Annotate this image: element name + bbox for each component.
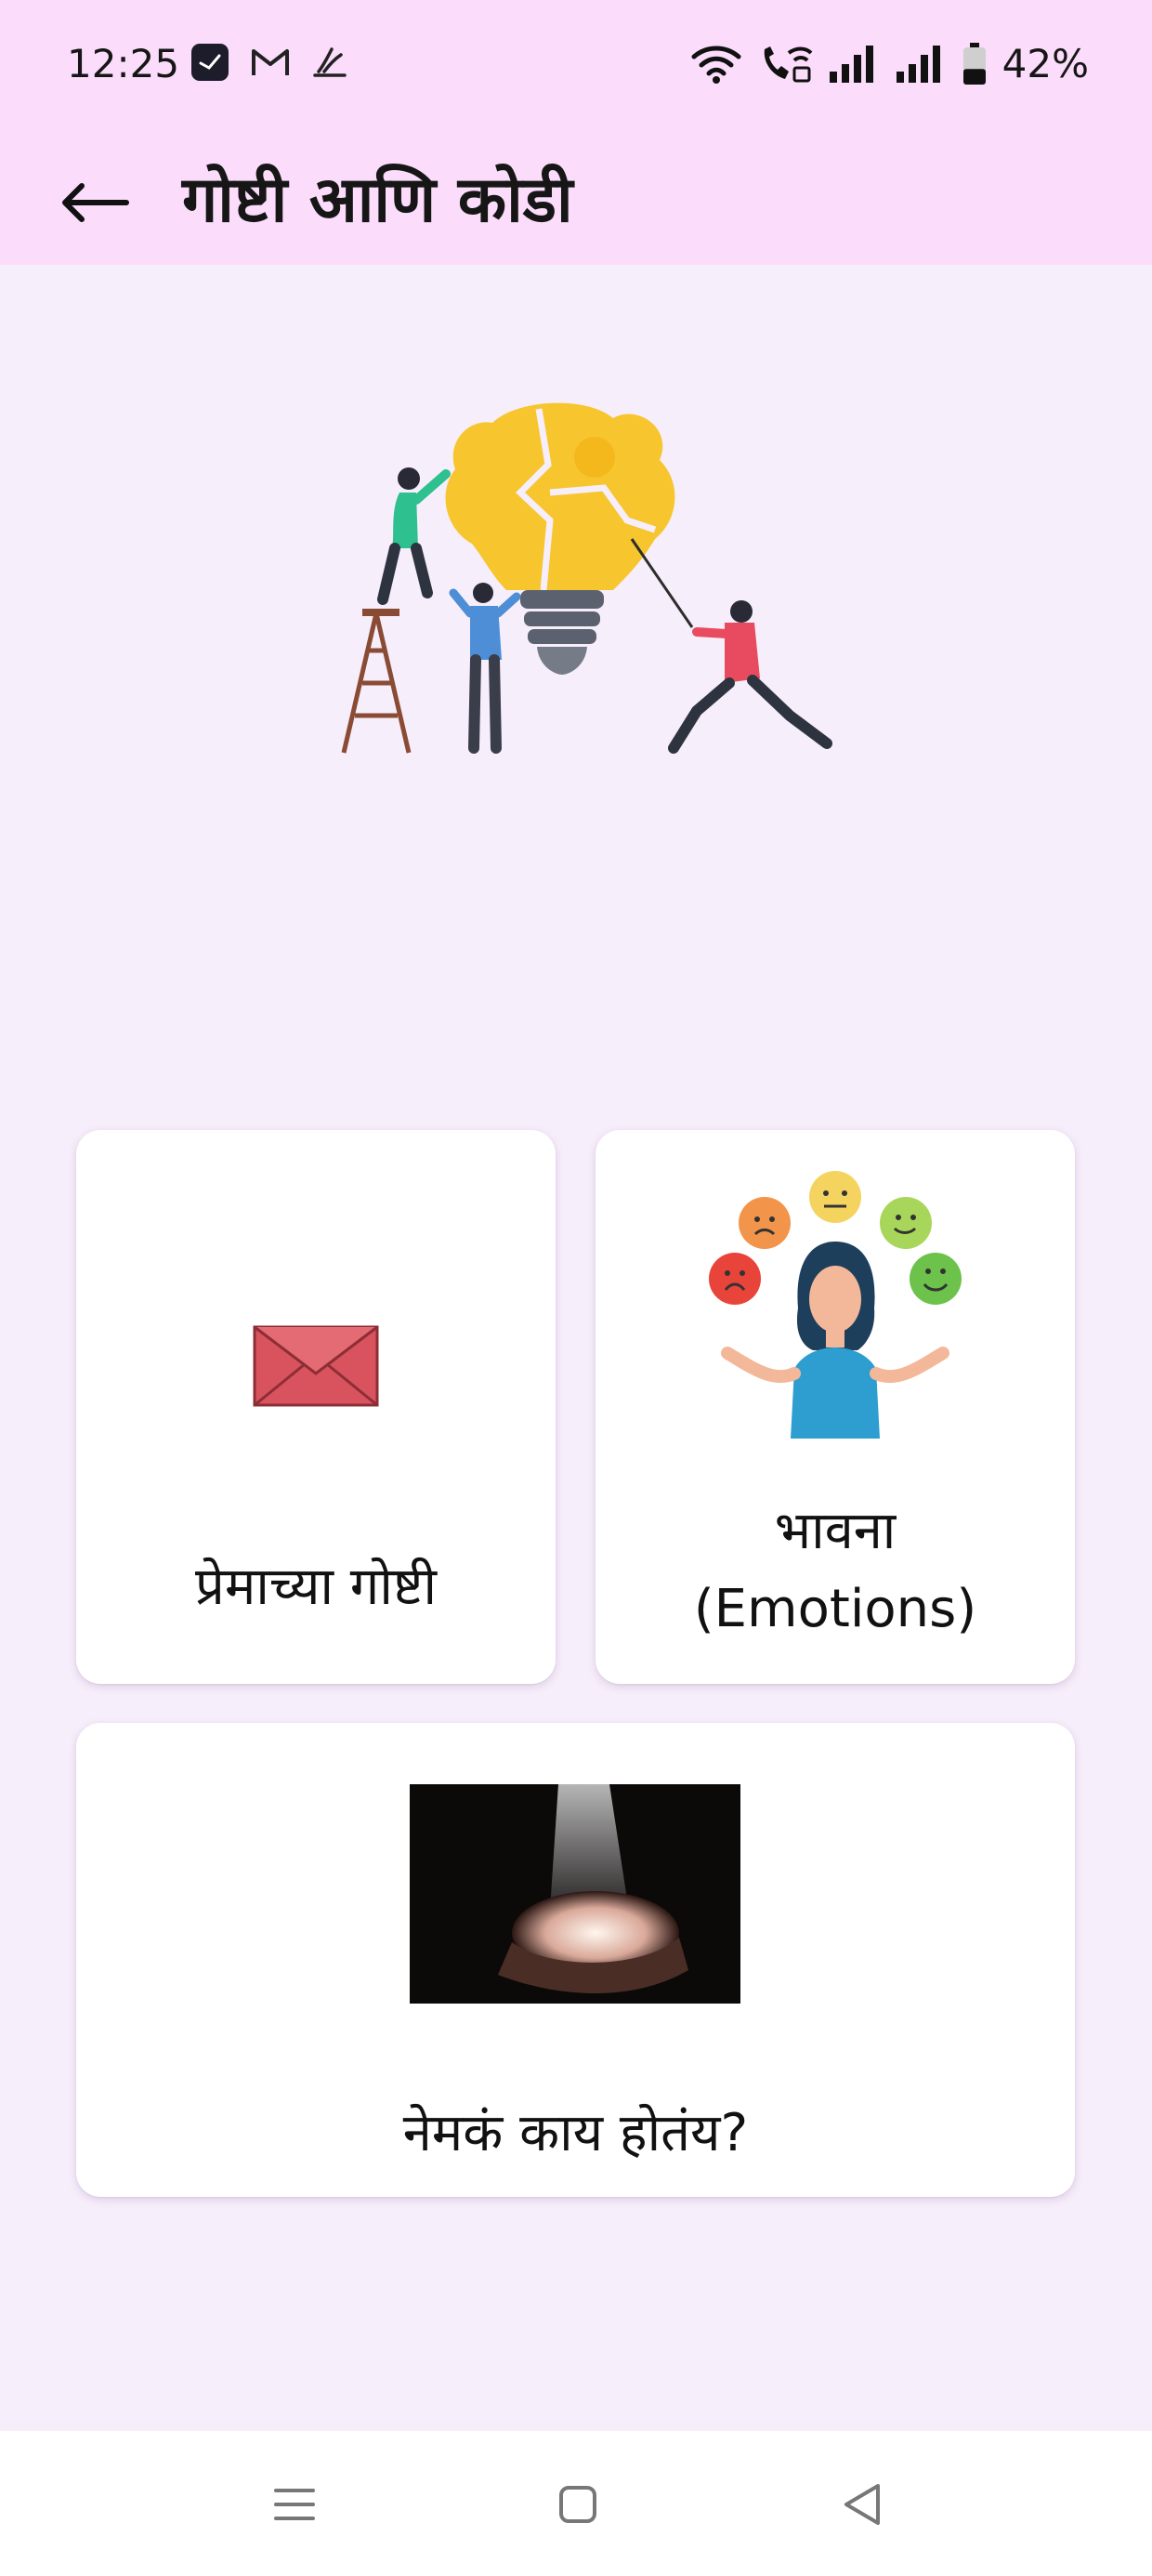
card-emotions-label: भावना (Emotions) — [596, 1492, 1075, 1649]
gmail-icon — [252, 49, 289, 75]
back-triangle-icon — [844, 2484, 880, 2525]
hands-in-light-photo — [410, 1784, 740, 2004]
menu-icon — [274, 2489, 315, 2520]
puzzle-lightbulb-illustration — [341, 402, 832, 754]
card-love-stories[interactable]: प्रेमाच्या गोष्टी — [76, 1130, 556, 1684]
clock-app-icon — [191, 44, 229, 81]
card-what-is-happening[interactable]: नेमकं काय होतंय? — [76, 1723, 1075, 2197]
card-emotions-label-marathi: भावना — [774, 1501, 897, 1561]
envelope-icon — [253, 1325, 379, 1407]
hero-illustration — [307, 390, 845, 762]
notification-icons — [190, 43, 348, 82]
card-love-label: प्रेमाच्या गोष्टी — [194, 1557, 438, 1617]
fitness-app-icon — [313, 47, 347, 77]
status-bar: 12:25 42% — [0, 0, 1152, 139]
emotions-woman-illustration — [709, 1171, 962, 1439]
signal-icon — [829, 45, 873, 83]
app-bar: गोष्टी आणि कोडी — [0, 139, 1152, 265]
signal-icon — [896, 45, 940, 83]
card-happening-label: नेमकं काय होतंय? — [402, 2103, 749, 2163]
card-emotions-label-english: (Emotions) — [693, 1579, 977, 1639]
card-emotions[interactable]: भावना (Emotions) — [596, 1130, 1075, 1684]
wifi-calling-icon — [764, 46, 813, 82]
home-square-icon — [559, 2486, 596, 2523]
page-title: गोष्टी आणि कोडी — [182, 164, 573, 237]
status-time: 12:25 — [67, 41, 180, 86]
home-button[interactable] — [545, 2472, 610, 2537]
back-button[interactable] — [48, 156, 141, 249]
system-back-button[interactable] — [830, 2472, 895, 2537]
recent-apps-button[interactable] — [262, 2472, 327, 2537]
wifi-icon — [691, 46, 741, 84]
system-status-icons: 42% — [690, 41, 1089, 86]
battery-icon — [962, 42, 986, 85]
system-navigation-bar — [0, 2431, 1152, 2576]
arrow-left-icon — [62, 183, 129, 222]
battery-percentage: 42% — [1001, 41, 1089, 86]
